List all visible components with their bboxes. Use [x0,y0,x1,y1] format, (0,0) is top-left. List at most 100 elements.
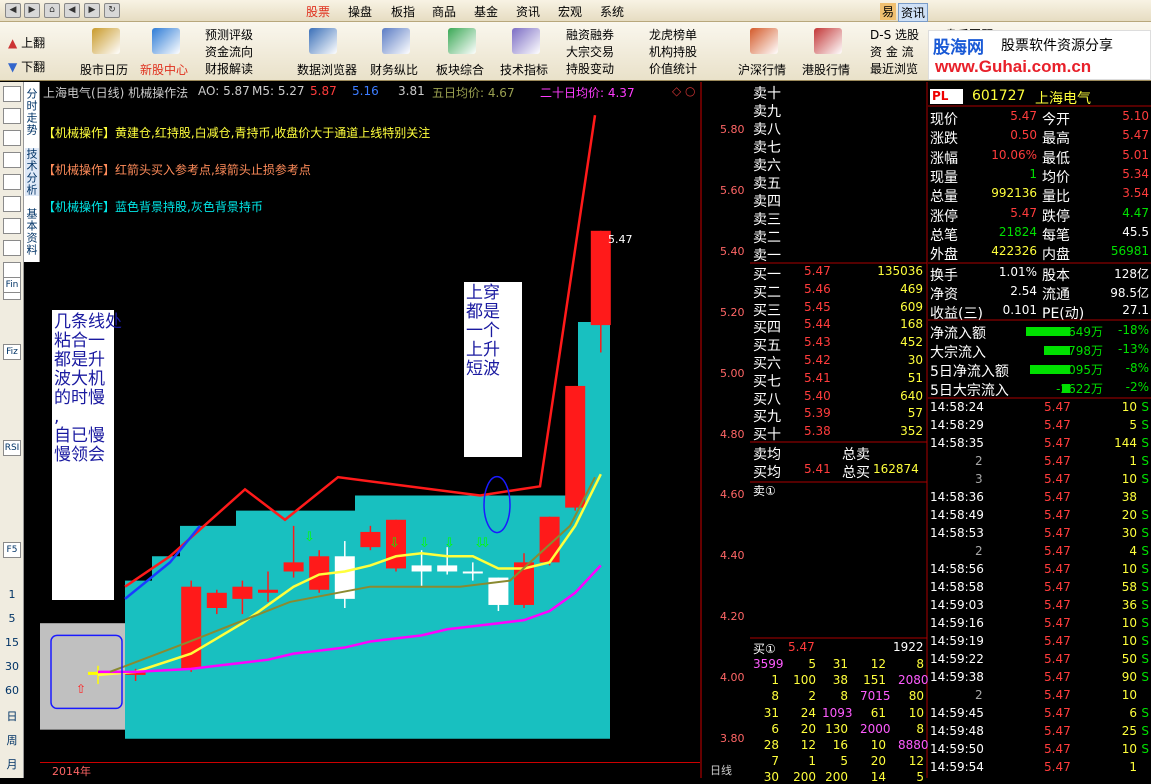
left-button-1[interactable]: Fiz [3,344,21,360]
toolbar-icon-3[interactable] [382,28,410,54]
period-4[interactable]: 60 [2,684,22,697]
view-tab-2[interactable]: 基本资料 [25,208,39,256]
toolbar-button-6[interactable]: 沪深行情 [738,61,786,78]
tick-vol-7: 30 [1121,526,1137,540]
toolbar-link-small_col4-1[interactable]: 资 金 流 [870,43,914,60]
queue-cell: 30 [763,770,779,784]
menu-news-button[interactable]: 资讯 [898,3,929,22]
period-2[interactable]: 15 [2,636,22,649]
toolbar-link-small_col3-0[interactable]: 龙虎榜单 [649,26,697,43]
toolbar-link-small_col1-1[interactable]: 资金流向 [205,43,253,60]
menu-easy[interactable]: 易 [880,3,897,20]
toolbar-link-small_col3-2[interactable]: 价值统计 [649,60,697,77]
left-tool-0[interactable] [3,86,21,102]
toolbar-button-7[interactable]: 港股行情 [802,61,850,78]
quote-value-a-7: 422326 [991,244,1037,259]
toolbar-link-small_col3-1[interactable]: 机构持股 [649,43,697,60]
buy-level-label-9: 买十 [753,427,781,444]
tick-side-13: S [1141,634,1149,648]
view-tab-0[interactable]: 分时走势 [25,88,39,136]
back-icon[interactable]: ◀ [5,3,21,18]
period-7[interactable]: 月 [2,756,22,772]
nav-left-icon[interactable]: ◀ [64,3,80,18]
tick-side-8: S [1141,544,1149,558]
page-down-button[interactable]: ▼ 下翻 [8,58,45,75]
period-1[interactable]: 5 [2,612,22,625]
left-tool-8[interactable] [3,262,21,278]
toolbar-icon-6[interactable] [750,28,778,54]
tick-side-15: S [1141,670,1149,684]
toolbar-icon-5[interactable] [512,28,540,54]
menu-1[interactable]: 操盘 [348,3,372,20]
period-label[interactable]: 日线 [710,762,732,778]
buy-level-vol-6: 51 [907,370,923,385]
left-tool-4[interactable] [3,174,21,190]
chart-corner-icon[interactable]: ◇ ○ [672,84,696,98]
tick-vol-14: 50 [1121,652,1137,666]
chart-ma5: 五日均价: 4.67 [432,86,515,100]
menu-0[interactable]: 股票 [306,3,330,20]
price-tick-4: 5.00 [720,366,745,380]
menu-6[interactable]: 宏观 [558,3,582,20]
toolbar-link-small_col4-2[interactable]: 最近浏览 [870,60,918,77]
view-tab-1[interactable]: 技术分析 [25,148,39,196]
toolbar-link-small_col1-2[interactable]: 财报解读 [205,60,253,77]
sell-level-7: 卖三 [753,212,781,228]
nav-right-icon[interactable]: ▶ [84,3,100,18]
toolbar-icon-4[interactable] [448,28,476,54]
tick-price-12: 5.47 [1044,616,1071,630]
toolbar-button-1[interactable]: 新股中心 [140,61,188,78]
refresh-icon[interactable]: ↻ [104,3,120,18]
toolbar-icon-7[interactable] [814,28,842,54]
tick-vol-4: 10 [1121,472,1137,486]
toolbar-link-small_col1-0[interactable]: 预测评级 [205,26,253,43]
toolbar-button-0[interactable]: 股市日历 [80,61,128,78]
left-tool-2[interactable] [3,130,21,146]
menu-2[interactable]: 板指 [391,3,415,20]
kline-chart[interactable]: ⇩ ⇩ ⇩ ⇩ ⇩ ⇧ ⇩ 上海电气(日线) 机械操作法 AO: 5.87 M5: 5.27… [40,82,750,778]
forward-icon[interactable]: ▶ [24,3,40,18]
queue-cell: 5 [916,770,924,784]
period-5[interactable]: 日 [2,708,22,724]
menu-5[interactable]: 资讯 [516,3,540,20]
left-tool-7[interactable] [3,240,21,256]
left-button-0[interactable]: Fin [3,277,21,293]
toolbar-link-small_col2-2[interactable]: 持股变动 [566,60,614,77]
toolbar-button-5[interactable]: 技术指标 [500,61,548,78]
period-0[interactable]: 1 [2,588,22,601]
toolbar-link-small_col4-0[interactable]: D-S 选股 [870,26,919,43]
sell-level-4: 卖六 [753,158,781,174]
tick-vol-17: 6 [1129,706,1137,720]
toolbar-button-2[interactable]: 数据浏览器 [297,61,357,78]
toolbar-link-small_col2-1[interactable]: 大宗交易 [566,43,614,60]
flow-value-1: -6798万 [1056,344,1103,358]
menu-4[interactable]: 基金 [474,3,498,20]
menu-3[interactable]: 商品 [432,3,456,20]
queue-cell: 7015 [860,689,891,704]
period-3[interactable]: 30 [2,660,22,673]
toolbar-icon-1[interactable] [152,28,180,54]
toolbar-icon-0[interactable] [92,28,120,54]
annotation-left: 几条线处 粘合一 都是升 波大机 的时慢 , 自已慢 慢领会 [52,310,122,600]
queue-cell: 5 [840,754,848,769]
logo-url: www.Guhai.com.cn [935,57,1092,76]
queue-cell: 8 [840,689,848,704]
toolbar-button-3[interactable]: 财务纵比 [370,61,418,78]
period-6[interactable]: 周 [2,732,22,748]
stock-name: 上海电气 [1035,91,1091,107]
price-tick-8: 4.20 [720,610,745,624]
toolbar-button-4[interactable]: 板块综合 [436,61,484,78]
toolbar-icon-2[interactable] [309,28,337,54]
left-tool-5[interactable] [3,196,21,212]
toolbar-link-small_col2-0[interactable]: 融资融券 [566,26,614,43]
left-tool-6[interactable] [3,218,21,234]
left-button-3[interactable]: F5 [3,542,21,558]
home-icon[interactable]: ⌂ [44,3,60,18]
left-button-2[interactable]: RSI [3,440,21,456]
left-tool-1[interactable] [3,108,21,124]
menu-7[interactable]: 系统 [600,3,624,20]
page-up-button[interactable]: ▲ 上翻 [8,34,45,51]
quote-value-a-3: 1 [1029,166,1037,181]
left-tool-3[interactable] [3,152,21,168]
queue-cell: 1093 [822,705,853,720]
